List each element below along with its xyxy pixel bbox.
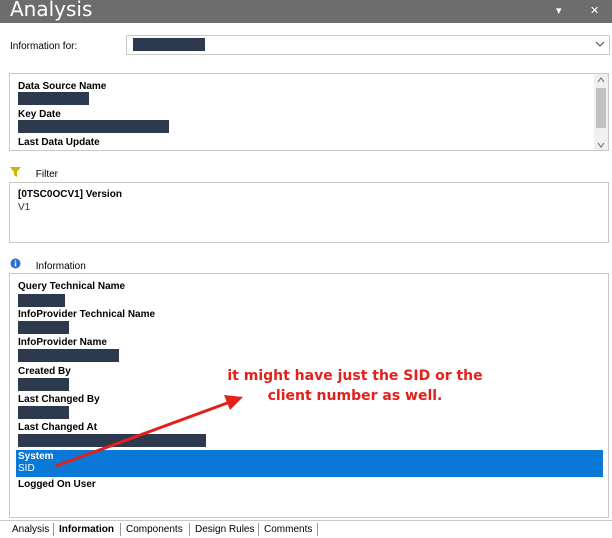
annotation-line: it might have just the SID or the	[227, 368, 483, 384]
tab-components[interactable]: Components	[126, 524, 183, 535]
tab-divider	[53, 523, 54, 536]
bottom-tab-bar: Analysis Information Components Design R…	[0, 520, 612, 538]
annotation-line: client number as well.	[267, 388, 443, 404]
tab-design-rules[interactable]: Design Rules	[195, 524, 254, 535]
tab-divider	[317, 523, 318, 536]
annotation-arrow	[55, 395, 243, 468]
tab-information[interactable]: Information	[59, 524, 114, 535]
tab-divider	[189, 523, 190, 536]
tab-divider	[258, 523, 259, 536]
annotation-note: it might have just the SID or the client…	[225, 366, 485, 406]
tab-divider	[120, 523, 121, 536]
tab-comments[interactable]: Comments	[264, 524, 312, 535]
tab-analysis[interactable]: Analysis	[12, 524, 49, 535]
